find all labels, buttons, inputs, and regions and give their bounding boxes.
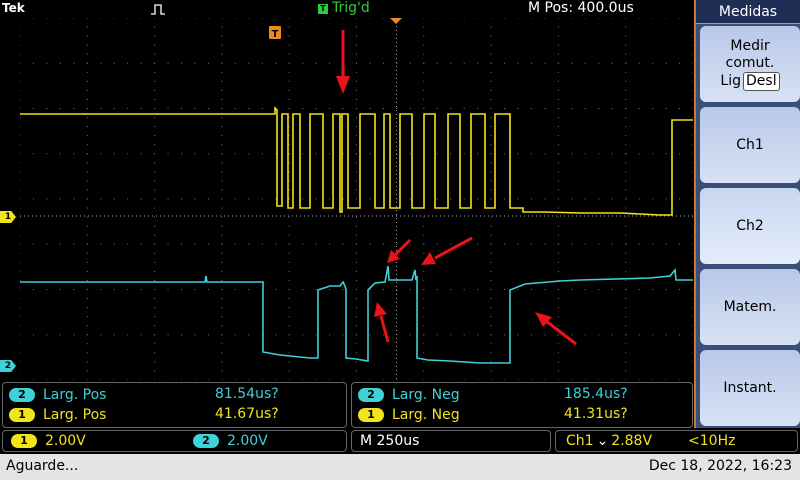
measurement-name: Larg. Neg — [392, 387, 460, 403]
gated-measure-toggle[interactable]: Medir comut. Lig Desl — [700, 26, 800, 102]
menu-ch1-label: Ch1 — [736, 136, 764, 153]
timebase-value: M 250us — [360, 433, 420, 449]
measurement-name: Larg. Neg — [392, 407, 460, 423]
top-status-bar: Tek T Trig'd M Pos: 400.0us — [0, 0, 694, 18]
measurements-menu: Medidas Medir comut. Lig Desl Ch1 Ch2 Mat… — [694, 0, 800, 428]
measurement-row: 2 Larg. Pos — [9, 386, 106, 404]
measurement-row: 2 Larg. Neg — [358, 386, 460, 404]
channel-badge: 2 — [9, 388, 35, 402]
menu-snapshot-button[interactable]: Instant. — [700, 350, 800, 426]
graticule: T — [20, 18, 693, 380]
trigger-status: T Trig'd — [318, 0, 370, 16]
measurement-value: 41.67us? — [215, 406, 279, 422]
waveform-display[interactable]: T — [20, 18, 693, 380]
date-time: Dec 18, 2022, 16:23 — [648, 458, 792, 474]
horizontal-position[interactable]: M Pos: 400.0us — [528, 0, 634, 16]
falling-edge-icon: ⌄ — [596, 433, 609, 449]
svg-text:T: T — [272, 29, 279, 40]
trigger-source: Ch1 — [566, 433, 594, 449]
measurement-name: Larg. Pos — [43, 407, 107, 423]
measurement-value: 185.4us? — [564, 386, 628, 402]
measurement-row: 1 Larg. Pos — [9, 406, 106, 424]
gated-measure-label-2: comut. — [725, 54, 775, 71]
channel-badge: 2 — [358, 388, 384, 402]
trigger-level: 2.88V — [611, 433, 653, 449]
menu-ch2-label: Ch2 — [736, 217, 764, 234]
trigger-status-text: Trig'd — [332, 0, 370, 16]
trigger-frequency: <10Hz — [688, 433, 736, 449]
status-bar: Aguarde... Dec 18, 2022, 16:23 — [0, 454, 800, 480]
gated-measure-switch[interactable]: Lig Desl — [720, 71, 780, 91]
gated-measure-label-1: Medir — [730, 37, 770, 54]
ch1-ground-marker[interactable]: 1 — [0, 211, 16, 223]
measurement-panel-left[interactable]: 2 Larg. Pos 81.54us? 1 Larg. Pos 41.67us… — [2, 382, 347, 428]
trigger-settings-panel[interactable]: Ch1 ⌄ 2.88V <10Hz — [555, 430, 798, 452]
measurement-panel-right[interactable]: 2 Larg. Neg 185.4us? 1 Larg. Neg 41.31us… — [351, 382, 693, 428]
rising-edge-icon — [151, 4, 165, 15]
menu-ch2-button[interactable]: Ch2 — [700, 188, 800, 264]
channel-badge: 1 — [358, 408, 384, 422]
channel-badge: 1 — [9, 408, 35, 422]
measurement-name: Larg. Pos — [43, 387, 107, 403]
ch1-scale: 2.00V — [45, 433, 86, 449]
trigger-point-marker: T — [269, 26, 281, 40]
trigger-badge: T — [318, 4, 328, 14]
measurement-value: 41.31us? — [564, 406, 628, 422]
menu-math-label: Matem. — [723, 298, 777, 315]
measurement-row: 1 Larg. Neg — [358, 406, 460, 424]
ch2-ground-marker[interactable]: 2 — [0, 360, 16, 372]
toggle-off-option[interactable]: Desl — [743, 71, 780, 91]
brand-logo: Tek — [2, 1, 25, 15]
ch2-badge: 2 — [193, 434, 219, 448]
menu-math-button[interactable]: Matem. — [700, 269, 800, 345]
ch1-badge: 1 — [11, 434, 37, 448]
ch2-scale: 2.00V — [227, 433, 268, 449]
timebase-panel[interactable]: M 250us — [351, 430, 551, 452]
menu-title: Medidas — [696, 0, 800, 24]
menu-snapshot-label: Instant. — [723, 379, 777, 396]
toggle-on-option[interactable]: Lig — [720, 73, 741, 90]
status-message: Aguarde... — [6, 458, 79, 474]
vertical-settings-panel[interactable]: 1 2.00V 2 2.00V — [2, 430, 347, 452]
measurement-value: 81.54us? — [215, 386, 279, 402]
menu-ch1-button[interactable]: Ch1 — [700, 107, 800, 183]
